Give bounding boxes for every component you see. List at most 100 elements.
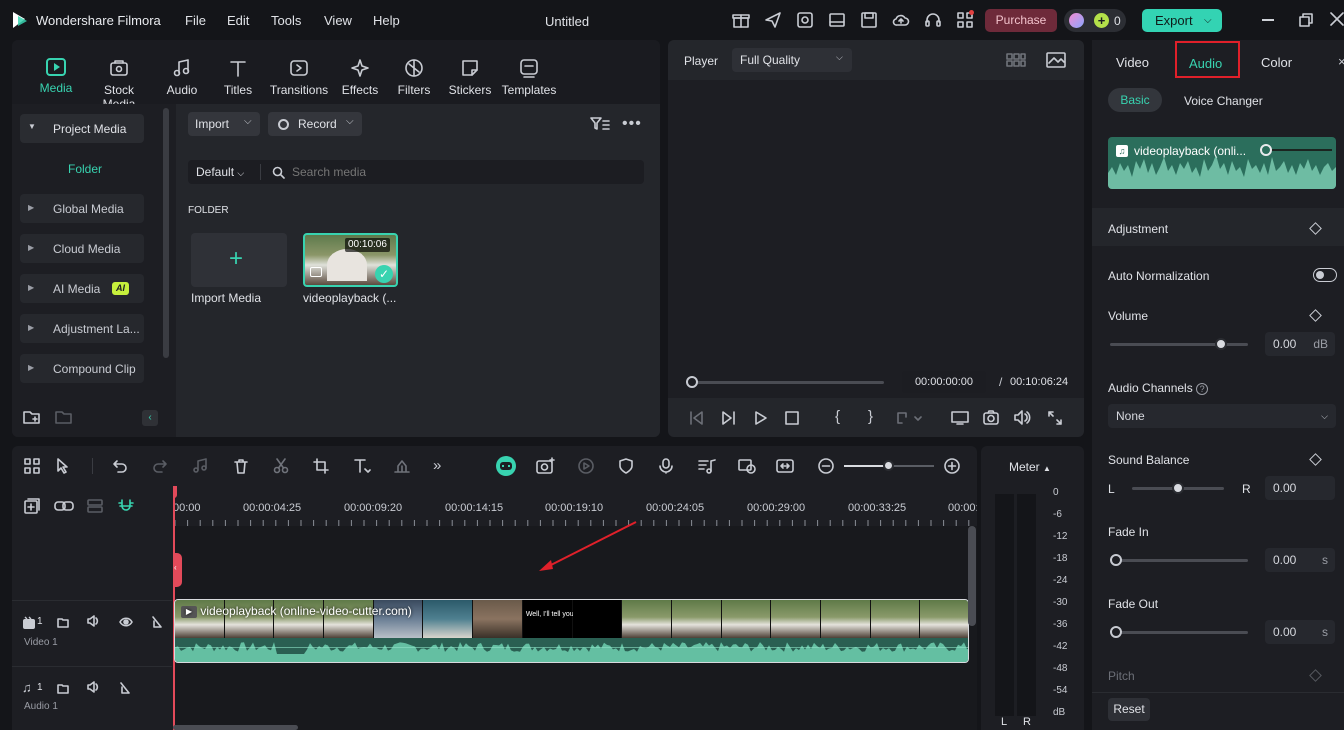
volume-icon[interactable] [1014,410,1032,425]
sidebar-item-project-media[interactable]: ▼ Project Media [20,114,144,143]
play-icon[interactable] [754,411,768,425]
next-frame-icon[interactable] [721,411,737,425]
delete-icon[interactable] [233,458,249,474]
credits-pill[interactable]: + 0 [1064,9,1126,32]
pitch-keyframe-icon[interactable] [1309,669,1322,682]
audio-edit-icon[interactable] [192,458,208,474]
zoom-out-icon[interactable] [818,458,834,474]
redo-icon[interactable] [152,458,168,474]
grid-view-icon[interactable] [1006,52,1026,68]
ai-robot-icon[interactable] [496,456,516,476]
tab-audio-highlight[interactable]: Audio [1175,41,1240,78]
mark-in-icon[interactable]: { [835,408,840,425]
gift-icon[interactable] [732,11,750,29]
search-input[interactable] [292,162,632,182]
track-audio-icon[interactable] [87,681,101,693]
tab-filters[interactable]: Filters [394,58,434,97]
fullscreen-icon[interactable] [1048,411,1062,425]
balance-slider-handle[interactable] [1172,482,1184,494]
add-track-icon[interactable] [24,498,40,514]
fit-timeline-icon[interactable] [776,458,794,474]
folder-icon[interactable] [55,409,73,425]
folder-lock-icon[interactable] [57,616,69,628]
sidebar-item-ai-media[interactable]: ▶ AI Media AI [20,274,144,303]
quality-dropdown[interactable]: Full Quality ⌵ [732,48,852,72]
headset-icon[interactable] [924,11,942,29]
reset-button[interactable]: Reset [1108,698,1150,721]
tab-audio[interactable]: Audio [162,58,202,97]
import-media-tile[interactable]: + [191,233,287,287]
cloud-upload-icon[interactable] [892,11,910,29]
playback-scrubber[interactable] [686,381,884,384]
folder-lock-icon[interactable] [57,682,69,694]
track-lock-icon[interactable] [119,681,131,695]
magnet-snap-icon[interactable] [118,498,134,514]
menu-file[interactable]: File [185,13,206,28]
video-clip-thumbnail[interactable]: 00:10:06 ✓ [303,233,398,287]
auto-normalization-toggle[interactable] [1313,268,1337,282]
more-options-icon[interactable]: ••• [622,115,642,133]
balance-field[interactable]: 0.00 [1265,476,1335,500]
track-lock-icon[interactable] [151,615,163,629]
link-icon[interactable] [54,498,74,514]
player-screen[interactable] [668,80,1084,398]
timeline-hscroll[interactable] [173,725,298,730]
panel-close-icon[interactable]: × [1338,54,1344,69]
stop-icon[interactable] [785,411,799,425]
meter-title[interactable]: Meter ▲ [1009,460,1051,474]
sidebar-item-folder[interactable]: Folder [68,162,102,176]
scrubber-handle[interactable] [686,376,698,388]
tab-stickers[interactable]: Stickers [446,58,494,97]
volume-keyframe-icon[interactable] [1309,309,1322,322]
sidebar-item-adjustment-layer[interactable]: ▶ Adjustment La... [20,314,144,343]
record-dropdown[interactable]: Record ⌵ [268,112,362,136]
undo-icon[interactable] [112,458,128,474]
crop-icon[interactable] [313,458,329,474]
insert-clip-icon[interactable] [896,411,922,425]
subtab-voice-changer[interactable]: Voice Changer [1184,94,1263,108]
collapse-sidebar-button[interactable]: ‹ [142,410,158,426]
maximize-icon[interactable] [1299,13,1313,27]
camera-icon[interactable] [983,410,999,425]
fade-out-slider[interactable] [1110,631,1248,634]
new-folder-icon[interactable] [23,409,41,425]
sort-dropdown[interactable]: Default ⌵ [196,165,244,179]
color-match-icon[interactable] [393,458,411,474]
fade-out-field[interactable]: 0.00 s [1265,620,1335,644]
tab-transitions[interactable]: Transitions [268,58,330,97]
mark-out-icon[interactable]: } [868,408,873,425]
tab-titles[interactable]: Titles [218,58,258,97]
sidebar-scrollbar[interactable] [163,108,169,358]
render-preview-icon[interactable] [738,458,756,474]
import-dropdown[interactable]: Import ⌵ [188,112,260,136]
balance-keyframe-icon[interactable] [1309,453,1322,466]
layout-grid-icon[interactable] [24,458,40,474]
clip-volume-handle[interactable] [1260,144,1272,156]
fade-in-slider[interactable] [1110,559,1248,562]
timeline-area[interactable]: 00:00 00:00:04:25 00:00:09:20 00:00:14:1… [173,486,977,730]
filter-icon[interactable] [590,116,610,132]
sidebar-item-cloud-media[interactable]: ▶ Cloud Media [20,234,144,263]
fade-in-field[interactable]: 0.00 s [1265,548,1335,572]
volume-field[interactable]: 0.00 dB [1265,332,1335,356]
menu-help[interactable]: Help [373,13,400,28]
cut-scissors-icon[interactable] [273,458,289,474]
menu-tools[interactable]: Tools [271,13,301,28]
music-list-icon[interactable] [698,458,716,474]
menu-edit[interactable]: Edit [227,13,249,28]
template-icon[interactable] [796,11,814,29]
timeline-vscroll[interactable] [968,526,976,626]
purchase-button[interactable]: Purchase [985,9,1057,32]
prev-frame-icon[interactable] [688,411,704,425]
volume-slider[interactable] [1110,343,1248,346]
playhead-handle[interactable]: ‹ [173,553,182,587]
microphone-icon[interactable] [658,458,674,474]
zoom-slider-handle[interactable] [883,460,894,471]
minimize-icon[interactable] [1262,19,1274,21]
sidebar-item-compound-clip[interactable]: ▶ Compound Clip [20,354,144,383]
tab-video[interactable]: Video [1116,55,1149,70]
tab-templates[interactable]: Templates [500,58,558,97]
layout-icon[interactable] [828,11,846,29]
tab-media[interactable]: Media [32,52,80,95]
subtab-basic[interactable]: Basic [1108,88,1162,112]
